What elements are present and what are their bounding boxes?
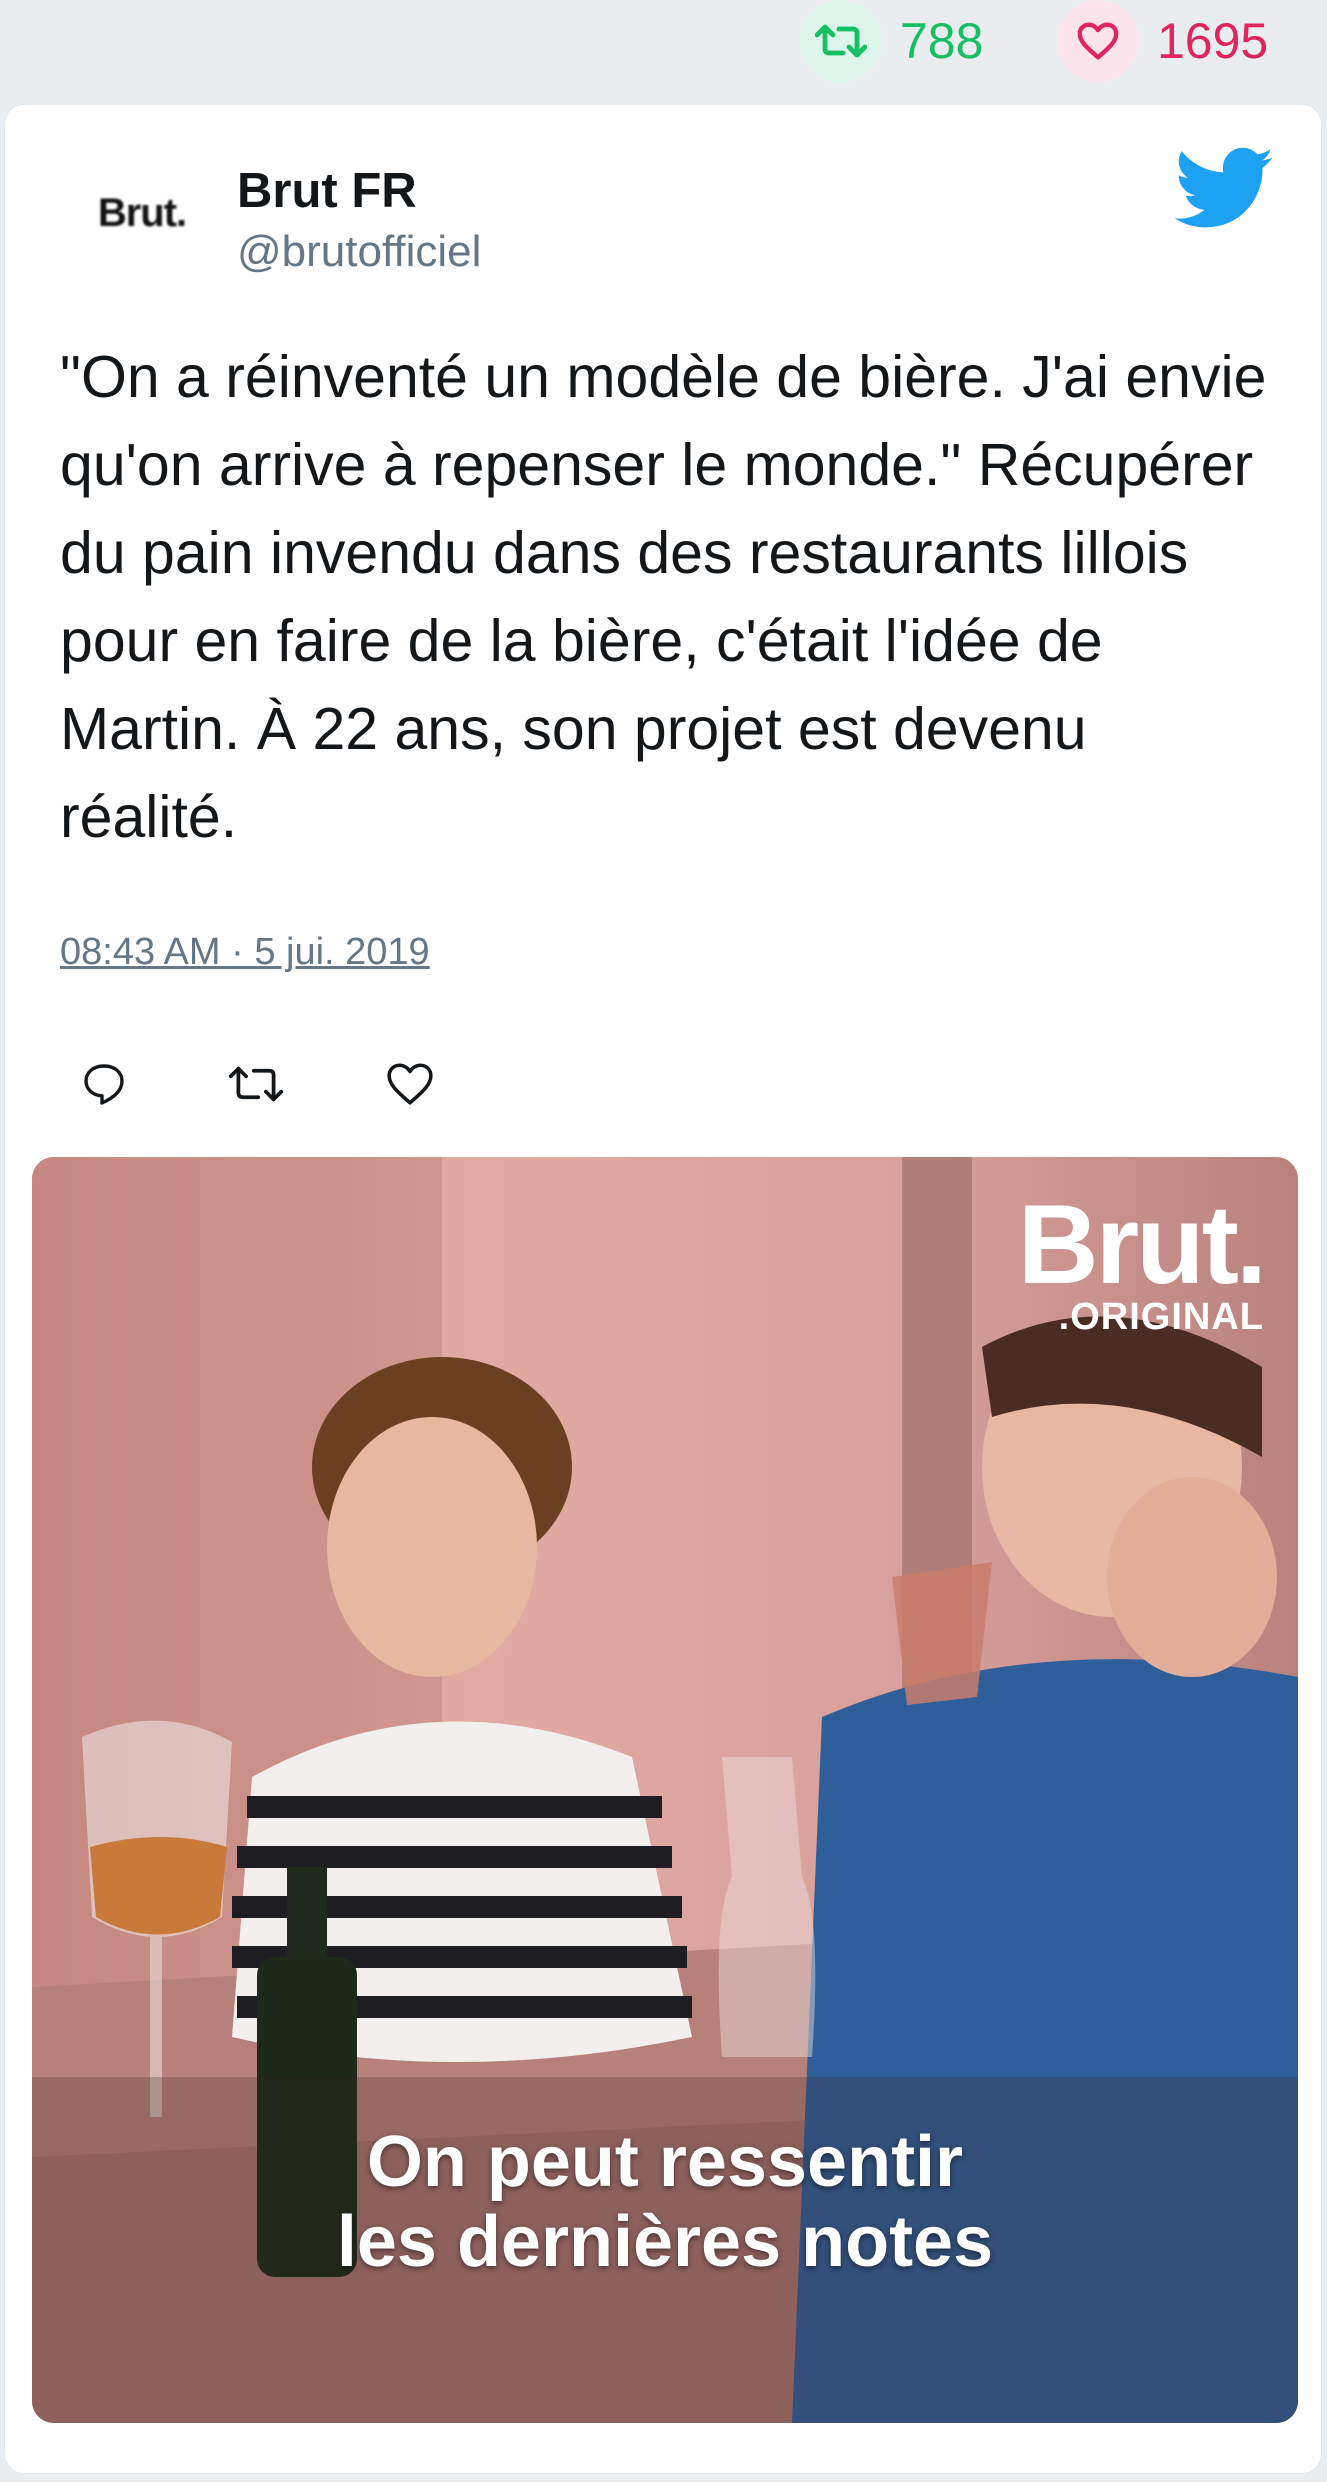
tweet-text: "On a réinventé un modèle de bière. J'ai… [60, 344, 1267, 850]
tweet-card: Brut. Brut FR @brutofficiel "On a réinve… [4, 104, 1322, 2474]
tweet-timestamp[interactable]: 08:43 AM · 5 jui. 2019 [60, 931, 430, 974]
caption-line-1: On peut ressentir [366, 2122, 964, 2202]
tweet-stats-bar: 788 1695 [0, 0, 1327, 100]
avatar-logo-text: Brut. [97, 190, 187, 235]
like-icon[interactable] [375, 1049, 445, 1119]
retweet-count-stat[interactable]: 788 [800, 0, 983, 82]
tweet-video-thumbnail[interactable]: Brut. .ORIGINAL On peut ressentir les de… [32, 1157, 1298, 2423]
retweet-icon [800, 0, 882, 82]
avatar[interactable]: Brut. [67, 163, 217, 263]
author-handle[interactable]: @brutofficiel [237, 227, 481, 277]
reply-icon[interactable] [69, 1049, 139, 1119]
author-name[interactable]: Brut FR [237, 163, 417, 219]
retweet-count: 788 [900, 13, 984, 69]
caption-line-2: les dernières notes [336, 2202, 994, 2282]
heart-icon [1057, 0, 1139, 82]
retweet-icon[interactable] [221, 1049, 291, 1119]
like-count-stat[interactable]: 1695 [1057, 0, 1268, 82]
logo-main-text: Brut. [1017, 1182, 1267, 1307]
twitter-bird-icon[interactable] [1175, 147, 1275, 231]
video-caption: On peut ressentir les dernières notes [32, 2122, 1298, 2282]
brut-original-logo: Brut. .ORIGINAL [1017, 1182, 1267, 1338]
like-count: 1695 [1157, 13, 1269, 69]
